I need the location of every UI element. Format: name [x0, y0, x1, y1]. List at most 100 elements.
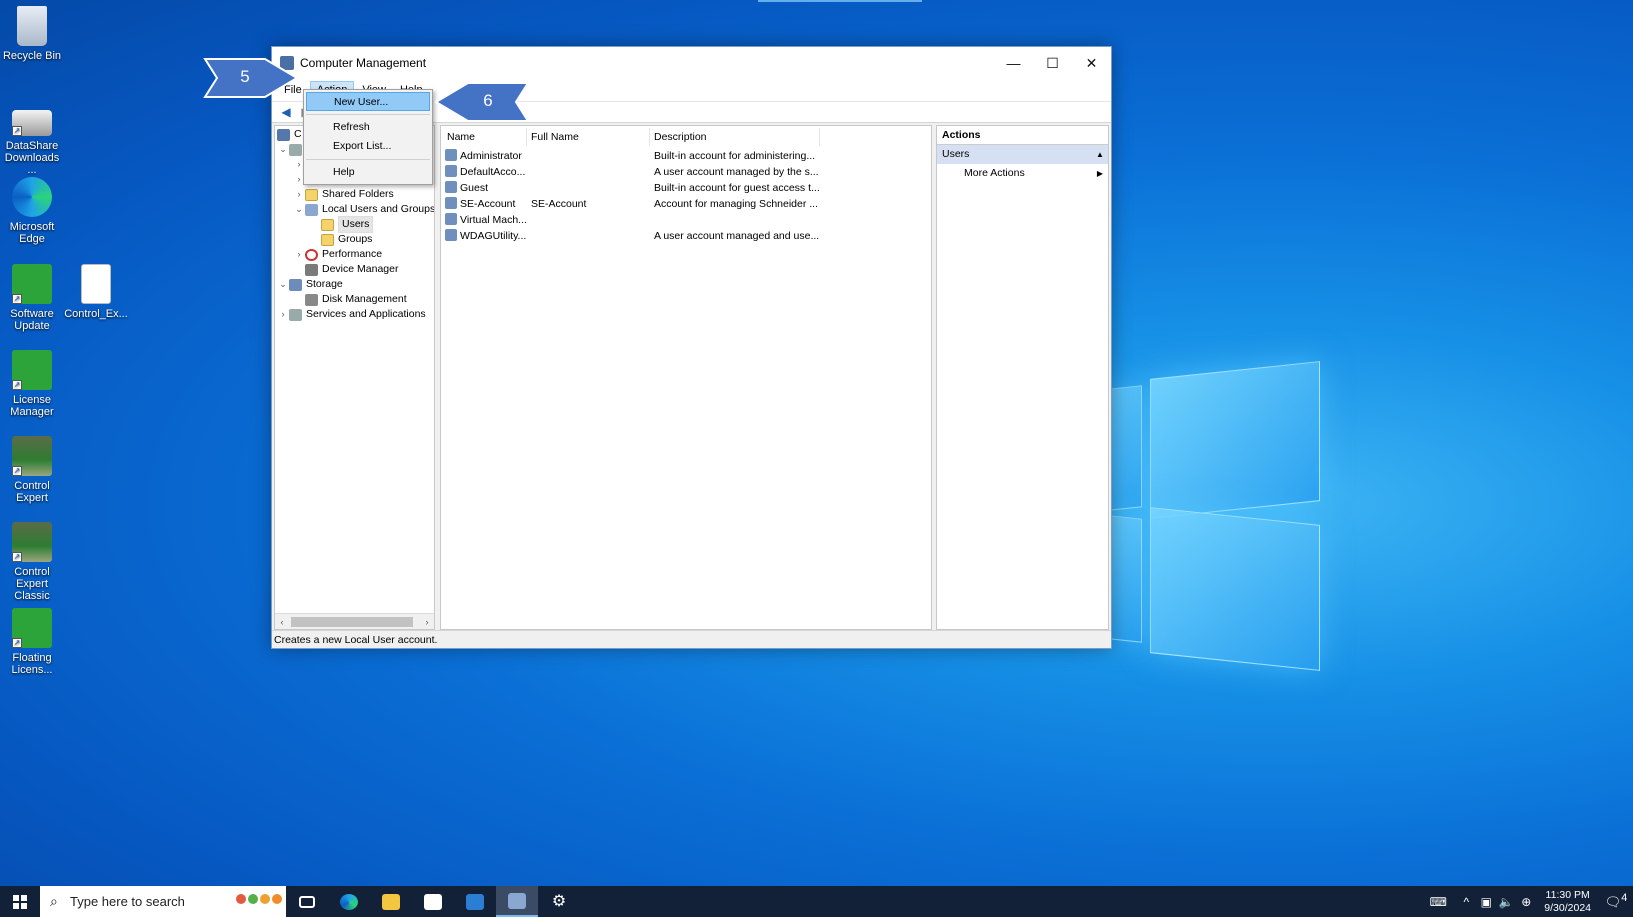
mail-icon: [466, 893, 484, 910]
actions-title: Actions: [937, 126, 1108, 145]
store-icon: [424, 893, 442, 910]
table-row[interactable]: Virtual Mach...: [443, 212, 923, 228]
tree-node-performance[interactable]: › Performance: [293, 247, 382, 262]
tree-node-local-users-groups[interactable]: ⌄ Local Users and Groups: [293, 202, 434, 217]
volume-muted-icon[interactable]: 🔈: [1496, 895, 1516, 909]
table-row[interactable]: WDAGUtility... A user account managed an…: [443, 228, 923, 244]
desktop-icon-datashare[interactable]: ↗ DataShare Downloads ...: [0, 100, 64, 176]
clock-date: 9/30/2024: [1544, 901, 1591, 914]
column-header-name[interactable]: Name: [443, 128, 527, 146]
tree-node-storage[interactable]: ⌄ Storage: [277, 277, 343, 292]
collapse-up-icon[interactable]: ▲: [1092, 145, 1108, 164]
shared-folder-icon: [305, 188, 318, 201]
title-bar[interactable]: Computer Management — ☐ ✕: [272, 47, 1111, 79]
taskbar-mail[interactable]: [454, 886, 496, 917]
network-icon[interactable]: ▣: [1476, 895, 1496, 909]
users-group-icon: [305, 203, 318, 216]
keyboard-icon[interactable]: ⌨: [1420, 895, 1456, 909]
scrollbar-thumb[interactable]: [291, 616, 413, 627]
tree-node-device-manager[interactable]: Device Manager: [305, 262, 398, 277]
close-button[interactable]: ✕: [1072, 47, 1111, 79]
column-header-full-name[interactable]: Full Name: [527, 128, 650, 146]
tree-node-groups[interactable]: Groups: [321, 232, 372, 247]
tree-node-shared-folders[interactable]: › Shared Folders: [293, 187, 394, 202]
start-button[interactable]: [0, 886, 40, 917]
main-content: C ⌄ › › › Shared Folders ⌄ Local Users a…: [272, 123, 1111, 630]
desktop-icon-floating-license[interactable]: ↗ Floating Licens...: [0, 608, 64, 676]
user-icon: [445, 229, 457, 241]
user-icon: [445, 181, 457, 193]
taskbar-settings[interactable]: ⚙: [538, 886, 580, 917]
system-tray: ⌨ ^ ▣ 🔈 ⊕ 11:30 PM 9/30/2024 🗨4: [1420, 886, 1633, 917]
taskbar-store[interactable]: [412, 886, 454, 917]
chevron-right-icon[interactable]: ›: [293, 247, 305, 262]
tree-node-disk-management[interactable]: Disk Management: [305, 292, 407, 307]
control-expert-classic-icon: ↗: [12, 522, 52, 562]
more-actions-item[interactable]: More Actions ▶: [937, 164, 1108, 183]
desktop-icon-software-update[interactable]: ↗ Software Update: [0, 264, 64, 332]
table-row[interactable]: SE-Account SE-Account Account for managi…: [443, 196, 923, 212]
table-row[interactable]: Administrator Built-in account for admin…: [443, 148, 923, 164]
chevron-up-icon[interactable]: ^: [1456, 895, 1476, 909]
desktop-icon-control-expert-classic[interactable]: ↗ Control Expert Classic: [0, 522, 64, 602]
step-number: 6: [483, 91, 493, 110]
desktop-icon-edge[interactable]: Microsoft Edge: [0, 177, 64, 245]
desktop-icon-recycle-bin[interactable]: Recycle Bin: [0, 6, 64, 62]
menu-item-refresh[interactable]: Refresh: [306, 118, 430, 137]
tree-node-root[interactable]: C: [277, 127, 302, 142]
notification-count: 4: [1621, 892, 1628, 905]
menu-item-help[interactable]: Help: [306, 163, 430, 182]
taskbar-search-box[interactable]: ⌕ Type here to search: [40, 886, 286, 917]
status-bar: Creates a new Local User account.: [272, 630, 1111, 648]
table-row[interactable]: DefaultAcco... A user account managed by…: [443, 164, 923, 180]
tree-node-system-tools[interactable]: ⌄: [277, 142, 306, 157]
menu-item-export-list[interactable]: Export List...: [306, 137, 430, 156]
drive-icon: ↗: [12, 110, 52, 136]
search-placeholder: Type here to search: [70, 894, 185, 909]
taskbar: ⌕ Type here to search ⚙ ⌨ ^ ▣ 🔈 ⊕ 11:30 …: [0, 886, 1633, 917]
step-callout-6: 6: [434, 81, 530, 123]
tree-node-services-apps[interactable]: › Services and Applications: [277, 307, 426, 322]
notification-center-button[interactable]: 🗨4: [1599, 892, 1633, 910]
clock[interactable]: 11:30 PM 9/30/2024: [1536, 889, 1599, 915]
device-manager-icon: [305, 263, 318, 276]
services-icon: [289, 308, 302, 321]
taskbar-computer-management[interactable]: [496, 886, 538, 917]
desktop-icon-control-ex[interactable]: Control_Ex...: [64, 264, 128, 320]
minimize-button[interactable]: —: [994, 47, 1033, 79]
globe-icon[interactable]: ⊕: [1516, 895, 1536, 909]
tools-icon: [289, 143, 302, 156]
column-header-description[interactable]: Description: [650, 128, 820, 146]
refresh-icon: ↗: [12, 264, 52, 304]
users-list-pane: Name Full Name Description Administrator…: [440, 125, 932, 630]
chevron-down-icon[interactable]: ⌄: [277, 277, 289, 292]
tree-horizontal-scrollbar[interactable]: ‹ ›: [275, 613, 434, 629]
computer-management-icon: [508, 892, 526, 909]
search-icon: ⌕: [50, 893, 58, 909]
menu-item-new-user[interactable]: New User...: [306, 92, 430, 111]
key-icon: ↗: [12, 350, 52, 390]
scroll-right-icon[interactable]: ›: [420, 617, 434, 627]
task-view-button[interactable]: [286, 886, 328, 917]
chevron-down-icon[interactable]: ⌄: [293, 202, 305, 217]
tree-node-users[interactable]: Users: [321, 216, 374, 233]
taskbar-edge[interactable]: [328, 886, 370, 917]
chevron-right-icon[interactable]: ›: [277, 307, 289, 322]
step-number: 5: [240, 67, 250, 86]
desktop-icon-control-expert[interactable]: ↗ Control Expert: [0, 436, 64, 504]
windows-wallpaper-logo: [1090, 358, 1320, 671]
table-row[interactable]: Guest Built-in account for guest access …: [443, 180, 923, 196]
chevron-down-icon[interactable]: ⌄: [277, 142, 289, 157]
taskbar-file-explorer[interactable]: [370, 886, 412, 917]
windows-start-icon: [13, 894, 27, 909]
actions-section-users[interactable]: Users ▲: [937, 145, 1108, 164]
step-callout-5: 5: [203, 57, 299, 99]
chevron-right-icon: ▶: [1096, 169, 1104, 178]
chevron-right-icon[interactable]: ›: [293, 187, 305, 202]
desktop-icon-license-manager[interactable]: ↗ License Manager: [0, 350, 64, 418]
clock-time: 11:30 PM: [1545, 888, 1590, 901]
maximize-button[interactable]: ☐: [1033, 47, 1072, 79]
scroll-left-icon[interactable]: ‹: [275, 617, 289, 627]
back-arrow-icon[interactable]: ◀: [276, 103, 296, 121]
action-dropdown-menu: New User... Refresh Export List... Help: [303, 89, 433, 185]
